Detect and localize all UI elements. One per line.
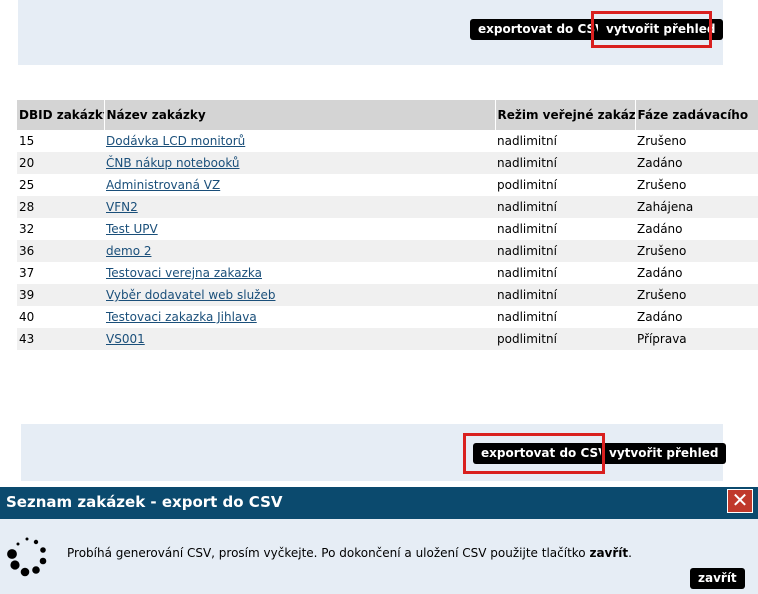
contract-link[interactable]: Testovaci verejna zakazka (106, 266, 262, 280)
cell-name: Dodávka LCD monitorů (104, 130, 495, 152)
column-header-mode[interactable]: Režim veřejné zakázky (495, 100, 636, 130)
table-row: 40 Testovaci zakazka Jihlava nadlimitní … (17, 306, 758, 328)
highlight-box-bottom (463, 433, 605, 474)
cell-dbid: 32 (17, 218, 104, 240)
cell-dbid: 28 (17, 196, 104, 218)
loading-spinner-icon (7, 537, 47, 577)
cell-name: Testovaci zakazka Jihlava (104, 306, 495, 328)
cell-name: Testovaci verejna zakazka (104, 262, 495, 284)
cell-name: VS001 (104, 328, 495, 350)
cell-mode: nadlimitní (495, 218, 635, 240)
close-dialog-button[interactable]: zavřít (690, 568, 745, 589)
cell-dbid: 15 (17, 130, 104, 152)
cell-mode: nadlimitní (495, 262, 635, 284)
cell-mode: nadlimitní (495, 152, 635, 174)
dialog-message: Probíhá generování CSV, prosím vyčkejte.… (67, 546, 632, 560)
contract-link[interactable]: Dodávka LCD monitorů (106, 134, 245, 148)
dialog-message-bold: zavřít (589, 546, 629, 560)
cell-name: ČNB nákup notebooků (104, 152, 495, 174)
cell-phase: Zrušeno (635, 174, 758, 196)
table-row: 20 ČNB nákup notebooků nadlimitní Zadáno (17, 152, 758, 174)
cell-mode: nadlimitní (495, 196, 635, 218)
cell-phase: Zadáno (635, 152, 758, 174)
contracts-table: DBID zakázky Název zakázky Režim veřejné… (17, 100, 758, 350)
contracts-table-container: DBID zakázky Název zakázky Režim veřejné… (17, 100, 758, 352)
table-header-row: DBID zakázky Název zakázky Režim veřejné… (17, 100, 758, 130)
cell-mode: nadlimitní (495, 240, 635, 262)
contract-link[interactable]: VS001 (106, 332, 145, 346)
table-row: 15 Dodávka LCD monitorů nadlimitní Zruše… (17, 130, 758, 152)
cell-dbid: 43 (17, 328, 104, 350)
cell-dbid: 37 (17, 262, 104, 284)
dialog-message-end: . (628, 546, 632, 560)
cell-phase: Zrušeno (635, 284, 758, 306)
cell-name: VFN2 (104, 196, 495, 218)
cell-dbid: 25 (17, 174, 104, 196)
dialog-title-bar[interactable]: Seznam zakázek - export do CSV (0, 487, 758, 519)
contract-link[interactable]: Testovaci zakazka Jihlava (106, 310, 257, 324)
contract-link[interactable]: Vyběr dodavatel web služeb (106, 288, 275, 302)
cell-dbid: 36 (17, 240, 104, 262)
dialog-title: Seznam zakázek - export do CSV (6, 493, 283, 511)
cell-phase: Zrušeno (635, 240, 758, 262)
cell-phase: Zadáno (635, 218, 758, 240)
table-row: 32 Test UPV nadlimitní Zadáno (17, 218, 758, 240)
table-row: 43 VS001 podlimitní Příprava (17, 328, 758, 350)
cell-mode: podlimitní (495, 174, 635, 196)
cell-name: demo 2 (104, 240, 495, 262)
table-row: 36 demo 2 nadlimitní Zrušeno (17, 240, 758, 262)
cell-phase: Zadáno (635, 306, 758, 328)
table-row: 28 VFN2 nadlimitní Zahájena (17, 196, 758, 218)
contract-link[interactable]: demo 2 (106, 244, 151, 258)
cell-phase: Zadáno (635, 262, 758, 284)
cell-name: Administrovaná VZ (104, 174, 495, 196)
cell-name: Vyběr dodavatel web služeb (104, 284, 495, 306)
cell-mode: nadlimitní (495, 130, 635, 152)
cell-phase: Zrušeno (635, 130, 758, 152)
table-row: 25 Administrovaná VZ podlimitní Zrušeno (17, 174, 758, 196)
cell-name: Test UPV (104, 218, 495, 240)
contract-link[interactable]: VFN2 (106, 200, 138, 214)
cell-phase: Příprava (635, 328, 758, 350)
cell-dbid: 20 (17, 152, 104, 174)
cell-mode: podlimitní (495, 328, 635, 350)
cell-dbid: 40 (17, 306, 104, 328)
contract-link[interactable]: Test UPV (106, 222, 158, 236)
cell-mode: nadlimitní (495, 306, 635, 328)
dialog-message-text: Probíhá generování CSV, prosím vyčkejte.… (67, 546, 590, 560)
column-header-name[interactable]: Název zakázky (104, 100, 496, 130)
cell-mode: nadlimitní (495, 284, 635, 306)
table-row: 37 Testovaci verejna zakazka nadlimitní … (17, 262, 758, 284)
create-overview-button-bottom[interactable]: vytvořit přehled (601, 443, 727, 464)
close-icon[interactable]: ✕ (727, 489, 753, 513)
contract-link[interactable]: ČNB nákup notebooků (106, 156, 240, 170)
cell-phase: Zahájena (635, 196, 758, 218)
highlight-box-top (591, 11, 712, 48)
table-row: 39 Vyběr dodavatel web služeb nadlimitní… (17, 284, 758, 306)
column-header-phase[interactable]: Fáze zadávacího (635, 100, 758, 130)
column-header-dbid[interactable]: DBID zakázky (17, 100, 105, 130)
contract-link[interactable]: Administrovaná VZ (106, 178, 220, 192)
cell-dbid: 39 (17, 284, 104, 306)
